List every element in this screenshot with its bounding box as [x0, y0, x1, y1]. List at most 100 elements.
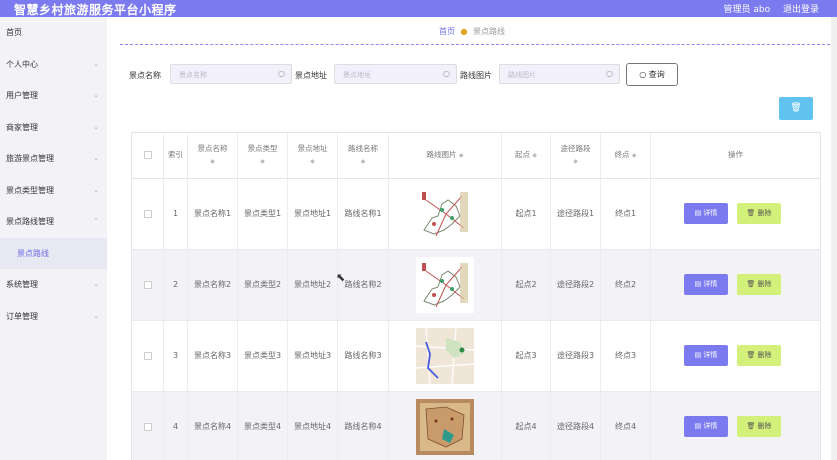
top-bar: 智慧乡村旅游服务平台小程序 管理员 abo 退出登录	[0, 0, 837, 17]
cell-actions: ▤ 详情 🗑 删除	[651, 321, 820, 391]
trash-icon: 🗑	[790, 103, 802, 113]
sidebar-item-routes-admin[interactable]: 景点路线管理 ⌃	[0, 206, 107, 238]
sort-icon: ◆	[458, 152, 464, 159]
delete-button[interactable]: 🗑 删除	[737, 274, 781, 295]
cell-start: 起点2	[502, 250, 551, 320]
route-map-thumbnail[interactable]	[416, 399, 474, 455]
col-route-picture[interactable]: 路线图片 ◆	[389, 133, 502, 178]
sidebar-item-orders[interactable]: 订单管理 ⌄	[0, 301, 107, 333]
view-button[interactable]: ▤ 详情	[684, 416, 728, 437]
cell-address: 景点地址2	[288, 250, 338, 320]
cell-via: 途径路段4	[551, 392, 601, 460]
route-map-thumbnail[interactable]	[416, 328, 474, 384]
col-end[interactable]: 终点 ◆	[601, 133, 651, 178]
address-label: 景点地址	[295, 71, 327, 80]
sidebar-item-routes[interactable]: 景点路线	[0, 237, 107, 269]
cell-via: 途径路段2	[551, 250, 601, 320]
table-row: 3 景点名称3 景点类型3 景点地址3 路线名称3 起点3 途径路段3 终点3 …	[131, 321, 821, 392]
row-checkbox[interactable]	[132, 321, 164, 391]
picture-label: 路线图片	[460, 71, 492, 80]
cell-type: 景点类型3	[238, 321, 288, 391]
sidebar-item-merchants[interactable]: 商家管理 ⌄	[0, 112, 107, 144]
search-form: 景点名称 景点名称 ○ 景点地址 景点地址 ○ 路线图片 路线图片 ○ ○ 查询	[107, 63, 837, 86]
sidebar: 首页 个人中心 ⌄ 用户管理 ⌄ 商家管理 ⌄ 旅游景点管理 ⌄ 景点类型管理 ⌄ 景点路…	[0, 17, 107, 460]
cell-name: 景点名称1	[188, 179, 238, 249]
name-search-input[interactable]: 景点名称 ○	[170, 64, 292, 84]
cell-route-name: 路线名称1	[338, 179, 389, 249]
breadcrumb-home[interactable]: 首页	[439, 27, 455, 36]
route-map-thumbnail[interactable]	[416, 257, 474, 313]
view-button[interactable]: ▤ 详情	[684, 274, 728, 295]
chevron-down-icon: ⌄	[93, 91, 99, 99]
address-search-input[interactable]: 景点地址 ○	[334, 64, 457, 84]
view-button[interactable]: ▤ 详情	[684, 203, 728, 224]
view-button[interactable]: ▤ 详情	[684, 345, 728, 366]
trash-icon: 🗑	[746, 422, 756, 430]
col-name[interactable]: 景点名称 ◆	[188, 133, 238, 178]
sidebar-item-home[interactable]: 首页	[0, 17, 107, 49]
cell-type: 景点类型1	[238, 179, 288, 249]
sidebar-item-attraction-types[interactable]: 景点类型管理 ⌄	[0, 175, 107, 207]
cell-index: 2	[164, 250, 188, 320]
cell-start: 起点4	[502, 392, 551, 460]
cell-index: 1	[164, 179, 188, 249]
delete-button[interactable]: 🗑 删除	[737, 416, 781, 437]
sidebar-item-label: 景点类型管理	[6, 185, 54, 195]
scrollbar[interactable]	[831, 17, 837, 460]
col-address[interactable]: 景点地址 ◆	[288, 133, 338, 178]
sidebar-item-label: 用户管理	[6, 91, 38, 100]
sidebar-item-profile[interactable]: 个人中心 ⌄	[0, 49, 107, 81]
col-via[interactable]: 途径路段 ◆	[551, 133, 601, 178]
route-map-thumbnail[interactable]	[416, 186, 474, 242]
sidebar-item-system[interactable]: 系统管理 ⌄	[0, 269, 107, 301]
cell-end: 终点1	[601, 179, 651, 249]
trash-icon: 🗑	[746, 351, 756, 359]
sidebar-item-label: 个人中心	[6, 59, 38, 69]
batch-delete-button[interactable]: 🗑	[779, 97, 813, 120]
cell-route-name: 路线名称4	[338, 392, 389, 460]
cell-name: 景点名称3	[188, 321, 238, 391]
row-checkbox[interactable]	[132, 179, 164, 249]
col-start[interactable]: 起点 ◆	[502, 133, 551, 178]
picture-search-input[interactable]: 路线图片 ○	[499, 64, 620, 84]
cell-address: 景点地址3	[288, 321, 338, 391]
app-title: 智慧乡村旅游服务平台小程序	[14, 3, 177, 17]
cell-start: 起点1	[502, 179, 551, 249]
table-row: 4 景点名称4 景点类型4 景点地址4 路线名称4 起点4 途径路段4 终点4 …	[131, 392, 821, 460]
select-all-checkbox[interactable]	[132, 133, 164, 178]
sidebar-item-label: 订单管理	[6, 311, 38, 321]
delete-button[interactable]: 🗑 删除	[737, 345, 781, 366]
sort-icon: ◆	[631, 152, 637, 159]
cell-via: 途径路段3	[551, 321, 601, 391]
cell-actions: ▤ 详情 🗑 删除	[651, 392, 820, 460]
search-button[interactable]: ○ 查询	[626, 63, 678, 86]
cell-name: 景点名称2	[188, 250, 238, 320]
row-checkbox[interactable]	[132, 392, 164, 460]
chevron-down-icon: ⌄	[93, 311, 99, 320]
sidebar-item-label: 景点路线管理	[6, 217, 54, 226]
col-type[interactable]: 景点类型 ◆	[238, 133, 288, 178]
cell-actions: ▤ 详情 🗑 删除	[651, 179, 820, 249]
cell-index: 3	[164, 321, 188, 391]
file-icon: ▤	[694, 209, 702, 217]
col-route-name[interactable]: 路线名称 ◆	[338, 133, 389, 178]
search-icon: ○	[606, 69, 613, 78]
logout-link[interactable]: 退出登录	[783, 5, 819, 15]
placeholder-text: 景点地址	[343, 71, 371, 79]
chevron-down-icon: ⌄	[93, 185, 99, 194]
routes-table: 索引 景点名称 ◆ 景点类型 ◆ 景点地址 ◆ 路线名称 ◆ 路线图片 ◆ 起点 ◆ 途…	[131, 132, 821, 460]
name-label: 景点名称	[129, 71, 161, 80]
cell-route-name: 路线名称3	[338, 321, 389, 391]
cell-type: 景点类型4	[238, 392, 288, 460]
sort-icon: ◆	[360, 158, 366, 165]
row-checkbox[interactable]	[132, 250, 164, 320]
cell-end: 终点4	[601, 392, 651, 460]
sort-icon: ◆	[532, 152, 537, 159]
sidebar-item-users[interactable]: 用户管理 ⌄	[0, 80, 107, 112]
sort-icon: ◆	[310, 158, 315, 165]
delete-button[interactable]: 🗑 删除	[737, 203, 781, 224]
cell-via: 途径路段1	[551, 179, 601, 249]
cell-route-picture	[389, 179, 502, 249]
sidebar-item-attractions[interactable]: 旅游景点管理 ⌄	[0, 143, 107, 175]
cell-route-picture	[389, 250, 502, 320]
